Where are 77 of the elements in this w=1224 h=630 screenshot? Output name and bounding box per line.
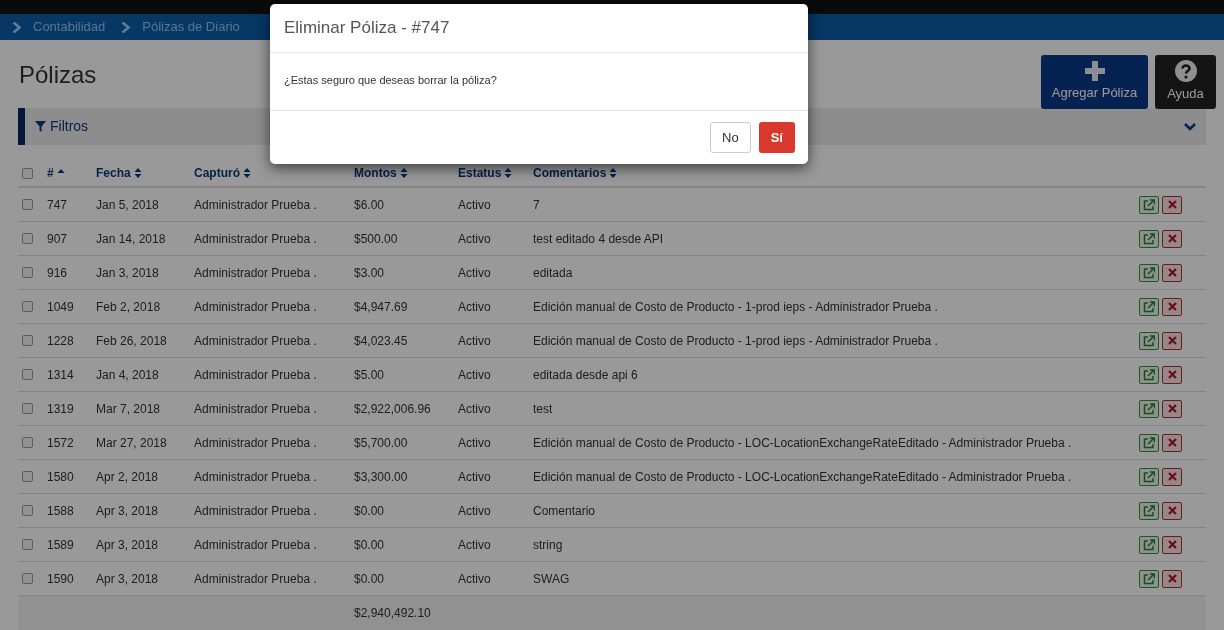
table-cell: Administrador Prueba . [194, 197, 317, 212]
table-cell: $3.00 [354, 265, 385, 280]
table-cell: Activo [458, 469, 491, 484]
table-cell: Apr 2, 2018 [96, 469, 159, 484]
table-cell: Administrador Prueba . [194, 299, 317, 314]
table-cell: Edición manual de Costo de Producto - LOC-LocationExchangeRateEditado - Administrador Prueba . [533, 435, 1072, 450]
total-amount: $2,940,492.10 [354, 605, 431, 622]
table-cell: Activo [458, 537, 491, 552]
table-cell: 1319 [47, 401, 74, 416]
page-title: Pólizas [19, 60, 97, 90]
table-cell: SWAG [533, 571, 570, 586]
table-cell: Administrador Prueba . [194, 367, 317, 382]
table-cell: Activo [458, 299, 491, 314]
table-cell: Administrador Prueba . [194, 333, 317, 348]
table-cell: Activo [458, 401, 491, 416]
table-cell: 1228 [47, 333, 74, 348]
table-cell: Apr 3, 2018 [96, 537, 159, 552]
table-cell: Activo [458, 367, 491, 382]
table-cell: editada desde api 6 [533, 367, 638, 382]
table-cell: Activo [458, 265, 491, 280]
table-cell: Administrador Prueba . [194, 435, 317, 450]
table-cell: 1572 [47, 435, 74, 450]
table-cell: $4,947.69 [354, 299, 408, 314]
table-cell: Activo [458, 333, 491, 348]
table-cell: Activo [458, 231, 491, 246]
table-cell: 1049 [47, 299, 74, 314]
table-cell: 7 [533, 197, 540, 212]
table-cell: $0.00 [354, 571, 385, 586]
table-cell: test [533, 401, 553, 416]
table-cell: Feb 2, 2018 [96, 299, 161, 314]
table-cell: Administrador Prueba . [194, 571, 317, 586]
table-cell: test editado 4 desde API [533, 231, 664, 246]
table-cell: 907 [47, 231, 68, 246]
table-cell: Jan 14, 2018 [96, 231, 166, 246]
table-cell: $0.00 [354, 537, 385, 552]
table-cell: Activo [458, 197, 491, 212]
dialog-title: Eliminar Póliza - #747 [284, 17, 450, 40]
table-cell: 747 [47, 197, 68, 212]
table-cell: editada [533, 265, 573, 280]
table-cell: Edición manual de Costo de Producto - 1-prod ieps - Administrador Prueba . [533, 299, 938, 314]
table-cell: Feb 26, 2018 [96, 333, 167, 348]
table-cell: Administrador Prueba . [194, 265, 317, 280]
table-cell: $6.00 [354, 197, 385, 212]
table-cell: $4,023.45 [354, 333, 408, 348]
table-cell: Edición manual de Costo de Producto - LOC-LocationExchangeRateEditado - Administrador Prueba . [533, 469, 1072, 484]
table-cell: $3,300.00 [354, 469, 408, 484]
table-cell: $500.00 [354, 231, 398, 246]
table-cell: 1590 [47, 571, 74, 586]
table-cell: Jan 5, 2018 [96, 197, 159, 212]
table-cell: $5,700.00 [354, 435, 408, 450]
table-cell: Administrador Prueba . [194, 231, 317, 246]
table-cell: $5.00 [354, 367, 385, 382]
table-cell: Comentario [533, 503, 596, 518]
table-cell: string [533, 537, 563, 552]
table-cell: 1580 [47, 469, 74, 484]
table-cell: Activo [458, 435, 491, 450]
table-cell: Administrador Prueba . [194, 469, 317, 484]
table-cell: 1589 [47, 537, 74, 552]
table-cell: Activo [458, 571, 491, 586]
table-cell: Administrador Prueba . [194, 537, 317, 552]
table-cell: 916 [47, 265, 68, 280]
table-cell: Apr 3, 2018 [96, 503, 159, 518]
dialog-message: ¿Estas seguro que deseas borrar la póliza? [284, 74, 497, 86]
filter-label: Filtros [50, 117, 89, 136]
table-cell: Jan 3, 2018 [96, 265, 159, 280]
table-cell: 1314 [47, 367, 74, 382]
table-cell: $0.00 [354, 503, 385, 518]
table-cell: Mar 7, 2018 [96, 401, 161, 416]
table-cell: Administrador Prueba . [194, 401, 317, 416]
table-cell: Activo [458, 503, 491, 518]
table-cell: Edición manual de Costo de Producto - 1-prod ieps - Administrador Prueba . [533, 333, 938, 348]
table-cell: $2,922,006.96 [354, 401, 431, 416]
table-cell: Apr 3, 2018 [96, 571, 159, 586]
table-cell: Mar 27, 2018 [96, 435, 167, 450]
table-cell: 1588 [47, 503, 74, 518]
table-cell: Jan 4, 2018 [96, 367, 159, 382]
table-cell: Administrador Prueba . [194, 503, 317, 518]
